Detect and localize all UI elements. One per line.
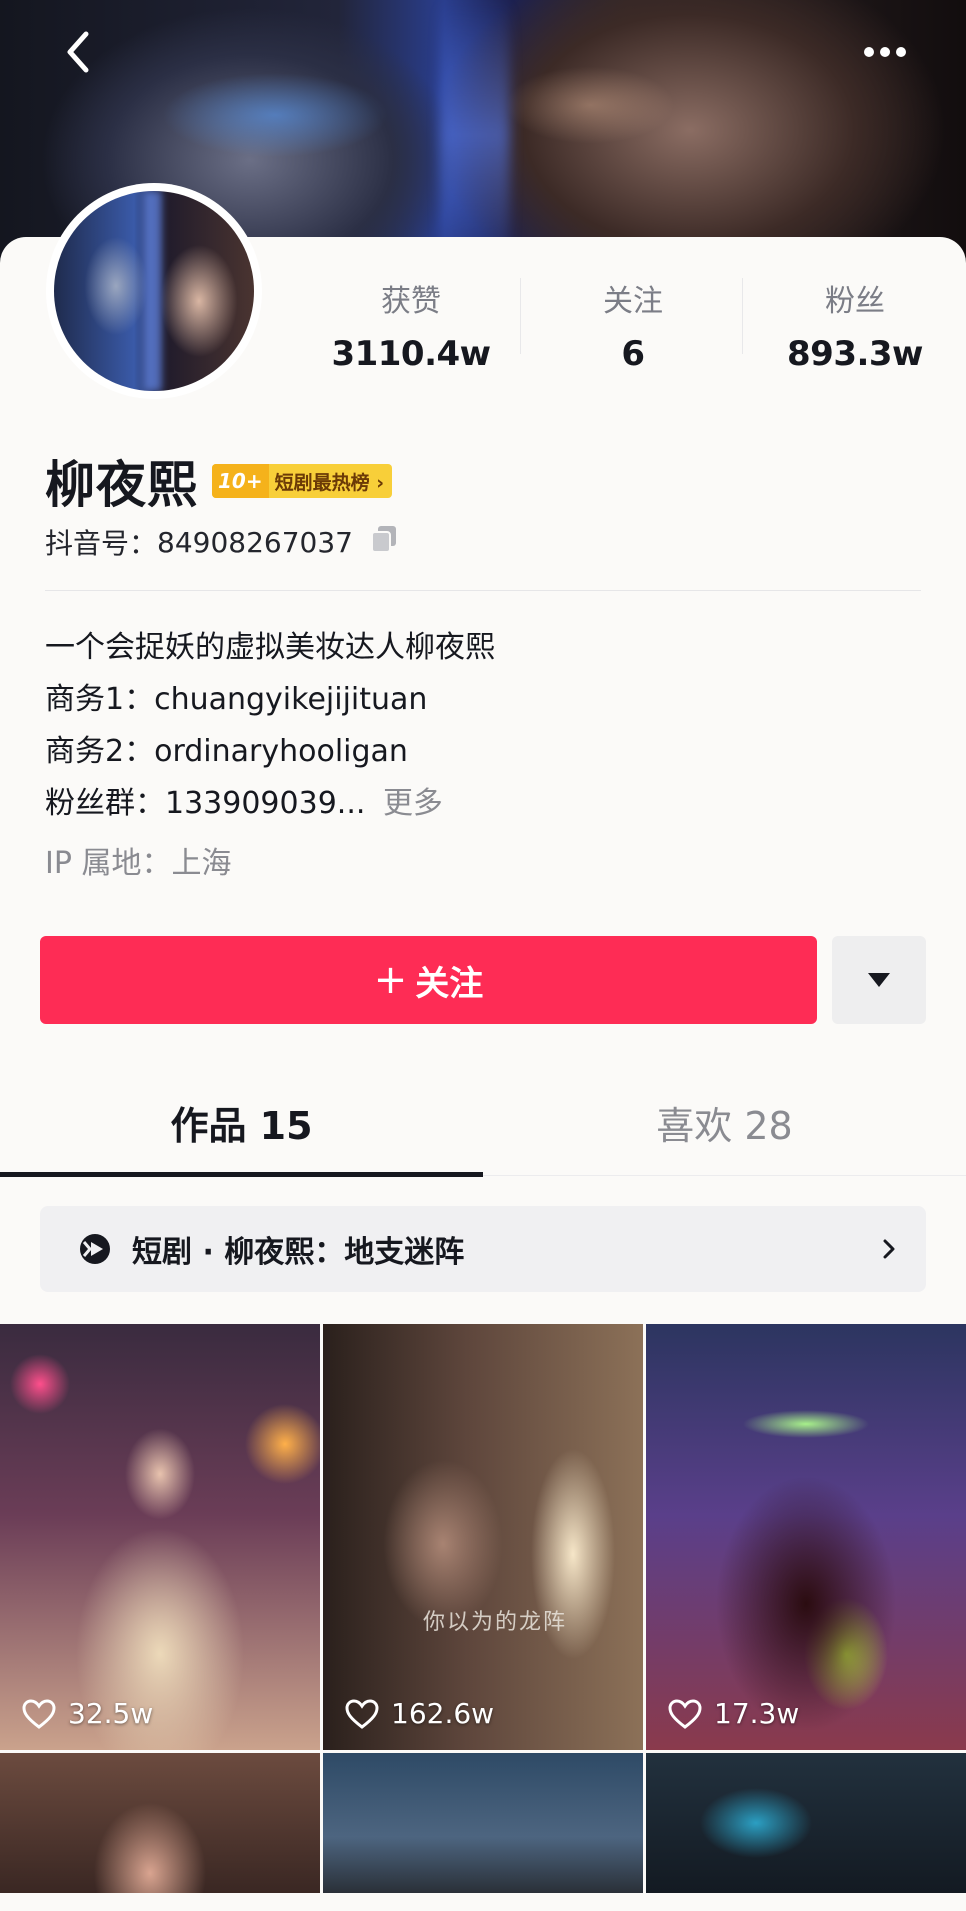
avatar[interactable] <box>46 183 262 399</box>
bio-line: 粉丝群：133909039... <box>45 786 366 821</box>
video-thumbnail[interactable] <box>646 1753 966 1893</box>
chevron-right-icon <box>883 1239 895 1259</box>
badge-rank: 10+ <box>212 464 269 498</box>
tab-likes[interactable]: 喜欢 28 <box>483 1090 966 1175</box>
ip-location: IP 属地：上海 <box>45 846 232 881</box>
douyin-id-label: 抖音号： <box>45 527 158 560</box>
chevron-left-icon <box>67 31 89 73</box>
tab-works[interactable]: 作品 15 <box>0 1090 483 1177</box>
hot-list-badge[interactable]: 10+ 短剧最热榜 › <box>212 464 393 498</box>
video-thumbnail[interactable] <box>323 1753 643 1893</box>
stat-divider <box>742 278 743 354</box>
back-button[interactable] <box>48 22 108 82</box>
stat-label: 获赞 <box>381 284 441 319</box>
like-count: 32.5w <box>22 1697 153 1730</box>
like-count-value: 162.6w <box>391 1697 495 1730</box>
heart-icon <box>668 1698 702 1729</box>
profile-stats: 获赞 3110.4w 关注 6 粉丝 893.3w <box>300 270 966 374</box>
stat-followers[interactable]: 粉丝 893.3w <box>744 270 966 374</box>
like-count-value: 32.5w <box>68 1697 154 1730</box>
stat-value: 3110.4w <box>331 334 491 374</box>
triangle-down-icon <box>868 973 890 987</box>
video-thumbnail[interactable]: 32.5w <box>0 1324 320 1750</box>
copy-icon[interactable] <box>369 524 399 561</box>
badge-text: 短剧最热榜 › <box>274 471 385 494</box>
more-actions-dropdown[interactable] <box>832 936 926 1024</box>
drama-play-icon <box>80 1234 110 1264</box>
bio-line-fan-group: 粉丝群：133909039... 更多 <box>45 778 495 830</box>
bio-line: 一个会捉妖的虚拟美妆达人柳夜熙 <box>45 630 495 665</box>
douyin-id-row: 抖音号： 84908267037 <box>45 522 399 562</box>
follow-button[interactable]: + 关注 <box>40 936 817 1024</box>
video-subtitle: 你以为的龙阵 <box>423 1610 568 1635</box>
section-divider <box>45 590 921 591</box>
name-row: 柳夜熙 10+ 短剧最热榜 › <box>45 445 393 517</box>
like-count-value: 17.3w <box>714 1697 800 1730</box>
drama-series-link[interactable]: 短剧 · 柳夜熙：地支迷阵 <box>40 1206 926 1292</box>
heart-icon <box>22 1698 56 1729</box>
video-thumbnail[interactable]: 你以为的龙阵 162.6w <box>323 1324 643 1750</box>
bio-line: 商务1：chuangyikejijituan <box>45 682 428 717</box>
heart-icon <box>345 1698 379 1729</box>
stat-likes[interactable]: 获赞 3110.4w <box>300 270 522 374</box>
more-button[interactable] <box>855 22 915 82</box>
douyin-id: 84908267037 <box>157 525 353 559</box>
video-grid: 32.5w 你以为的龙阵 162.6w 17.3w <box>0 1324 966 1893</box>
like-count: 162.6w <box>345 1697 494 1730</box>
avatar-image <box>54 191 254 391</box>
plus-icon: + <box>373 957 408 1003</box>
stat-label: 粉丝 <box>825 284 885 319</box>
video-thumbnail[interactable]: 17.3w <box>646 1324 966 1750</box>
more-dots-icon <box>864 47 906 57</box>
drama-label: 短剧 · 柳夜熙：地支迷阵 <box>132 1235 465 1270</box>
bio-line: 商务2：ordinaryhooligan <box>45 734 408 769</box>
stat-value: 6 <box>621 334 645 374</box>
stat-following[interactable]: 关注 6 <box>522 270 744 374</box>
bio-more-link[interactable]: 更多 <box>383 786 443 821</box>
profile-name: 柳夜熙 <box>45 456 198 514</box>
video-thumbnail[interactable] <box>0 1753 320 1893</box>
profile-bio: 一个会捉妖的虚拟美妆达人柳夜熙 商务1：chuangyikejijituan 商… <box>45 622 495 830</box>
stat-value: 893.3w <box>787 334 923 374</box>
banner-light-streak <box>440 0 510 270</box>
stat-label: 关注 <box>603 284 663 319</box>
like-count: 17.3w <box>668 1697 799 1730</box>
follow-label: 关注 <box>415 963 484 1004</box>
content-tabs: 作品 15 喜欢 28 <box>0 1090 966 1177</box>
stat-divider <box>520 278 521 354</box>
